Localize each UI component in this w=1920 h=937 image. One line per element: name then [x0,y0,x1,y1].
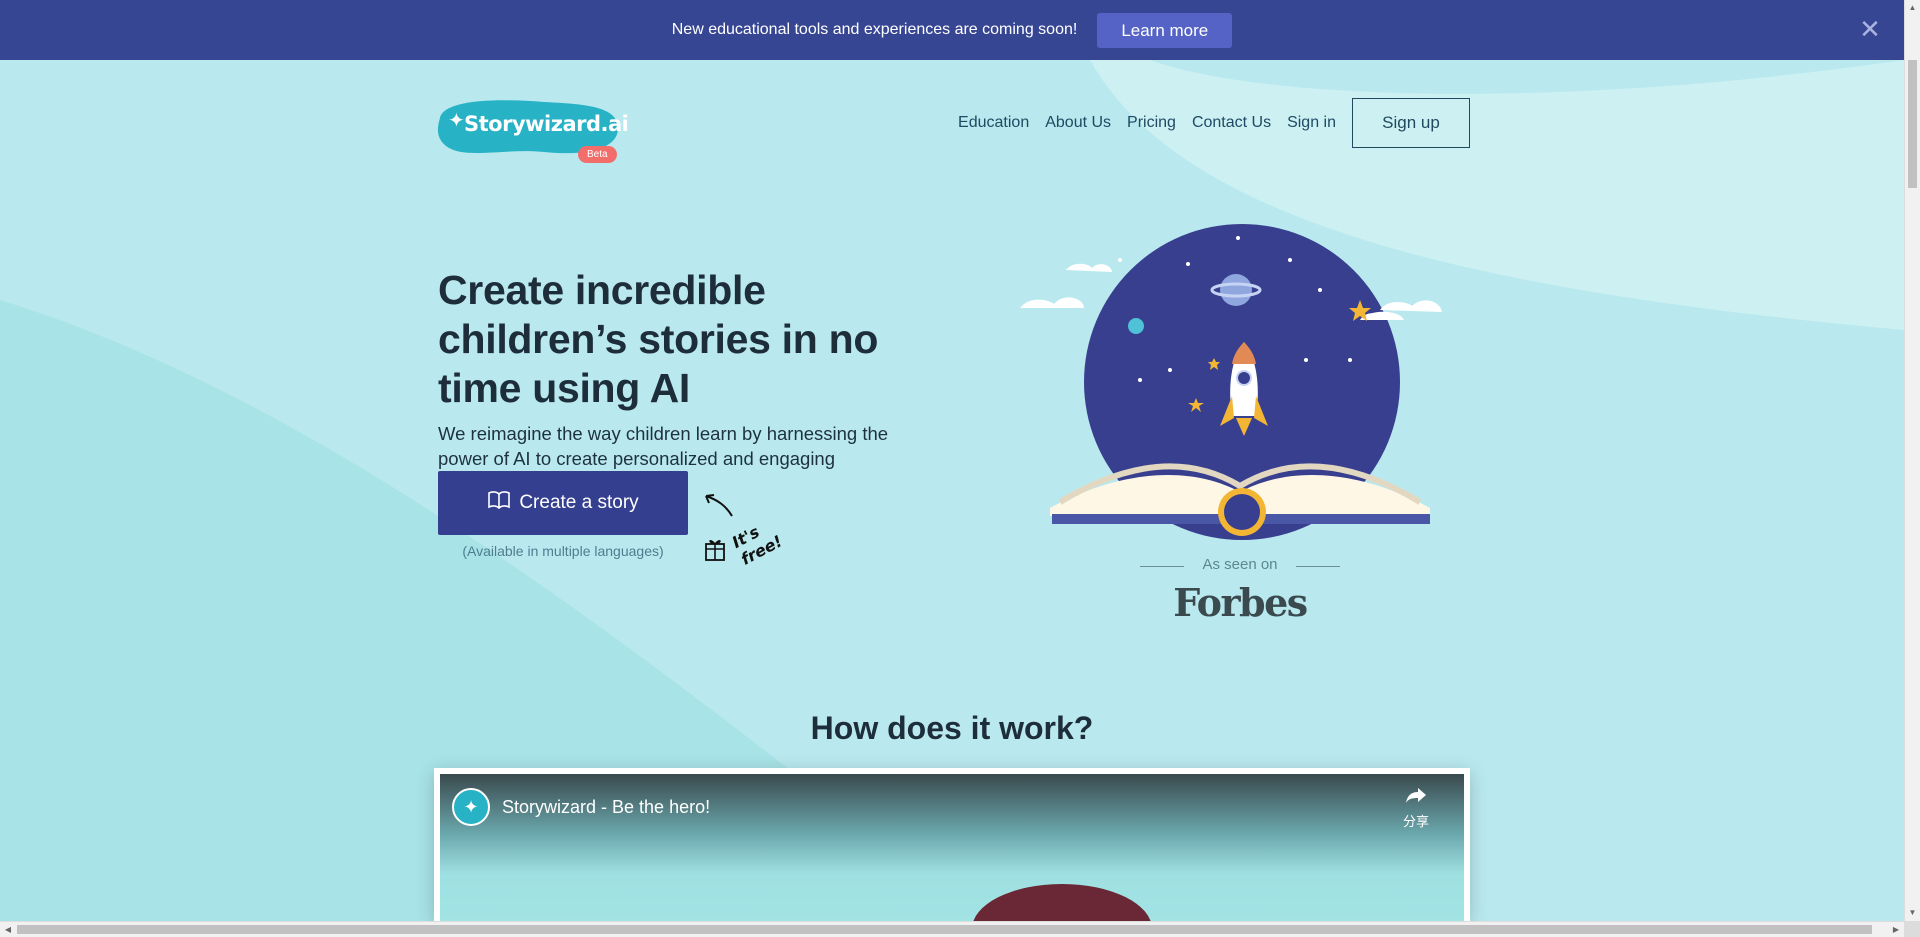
create-story-label: Create a story [519,492,639,513]
divider-right [1296,566,1340,567]
video-character [972,884,1152,921]
sign-up-button[interactable]: Sign up [1352,98,1470,148]
magic-wand-icon: ✦ [448,110,465,132]
share-icon [1406,788,1426,803]
nav-education[interactable]: Education [958,114,1029,132]
scroll-left-arrow-icon[interactable]: ◀ [0,922,16,937]
scrollbar-corner [1904,921,1920,937]
gift-icon [705,540,725,561]
main-nav: Education About Us Pricing Contact Us Si… [942,98,1470,148]
logo-text: Storywizard.ai [464,112,629,136]
hero-title: Create incredible children’s stories in … [438,267,879,411]
announcement-text: New educational tools and experiences ar… [671,21,1078,38]
free-badge: It's free! [698,486,798,569]
vertical-scrollbar[interactable]: ▲ ▼ [1904,0,1920,921]
book-icon [487,490,511,516]
learn-more-button[interactable]: Learn more [1097,12,1233,48]
video-player[interactable]: ✦ Storywizard - Be the hero! 分享 [440,774,1464,921]
site-header: ✦ Storywizard.ai Beta Education About Us… [434,94,1470,174]
close-icon[interactable]: ✕ [1858,16,1882,42]
languages-note: (Available in multiple languages) [462,543,664,559]
nav-pricing[interactable]: Pricing [1127,114,1176,132]
vertical-scroll-thumb[interactable] [1908,60,1917,188]
scroll-down-arrow-icon[interactable]: ▼ [1905,905,1920,921]
video-title[interactable]: Storywizard - Be the hero! [502,797,710,818]
horizontal-scroll-thumb[interactable] [17,925,1872,934]
hero-section: Create incredible children’s stories in … [438,266,938,569]
scroll-up-arrow-icon[interactable]: ▲ [1905,0,1920,16]
beta-badge: Beta [578,146,617,163]
share-label: 分享 [1402,814,1429,829]
share-button[interactable]: 分享 [1396,786,1436,830]
scroll-right-arrow-icon[interactable]: ▶ [1888,922,1904,937]
as-seen-on-label: As seen on [1202,556,1278,573]
horizontal-scrollbar[interactable]: ◀ ▶ [0,921,1904,937]
nav-contact-us[interactable]: Contact Us [1192,114,1271,132]
create-story-button[interactable]: Create a story [438,471,688,535]
announcement-bar: New educational tools and experiences ar… [0,0,1904,60]
as-seen-on: As seen on [1140,556,1340,576]
channel-avatar[interactable]: ✦ [452,788,490,826]
nav-sign-in[interactable]: Sign in [1287,114,1336,132]
video-frame: ✦ Storywizard - Be the hero! 分享 [434,768,1470,921]
logo[interactable]: ✦ Storywizard.ai Beta [434,94,629,168]
forbes-logo: Forbes [1173,580,1308,625]
rocket-book-illustration [1020,224,1442,540]
how-it-works-title: How does it work? [810,710,1094,746]
nav-about-us[interactable]: About Us [1045,114,1111,132]
